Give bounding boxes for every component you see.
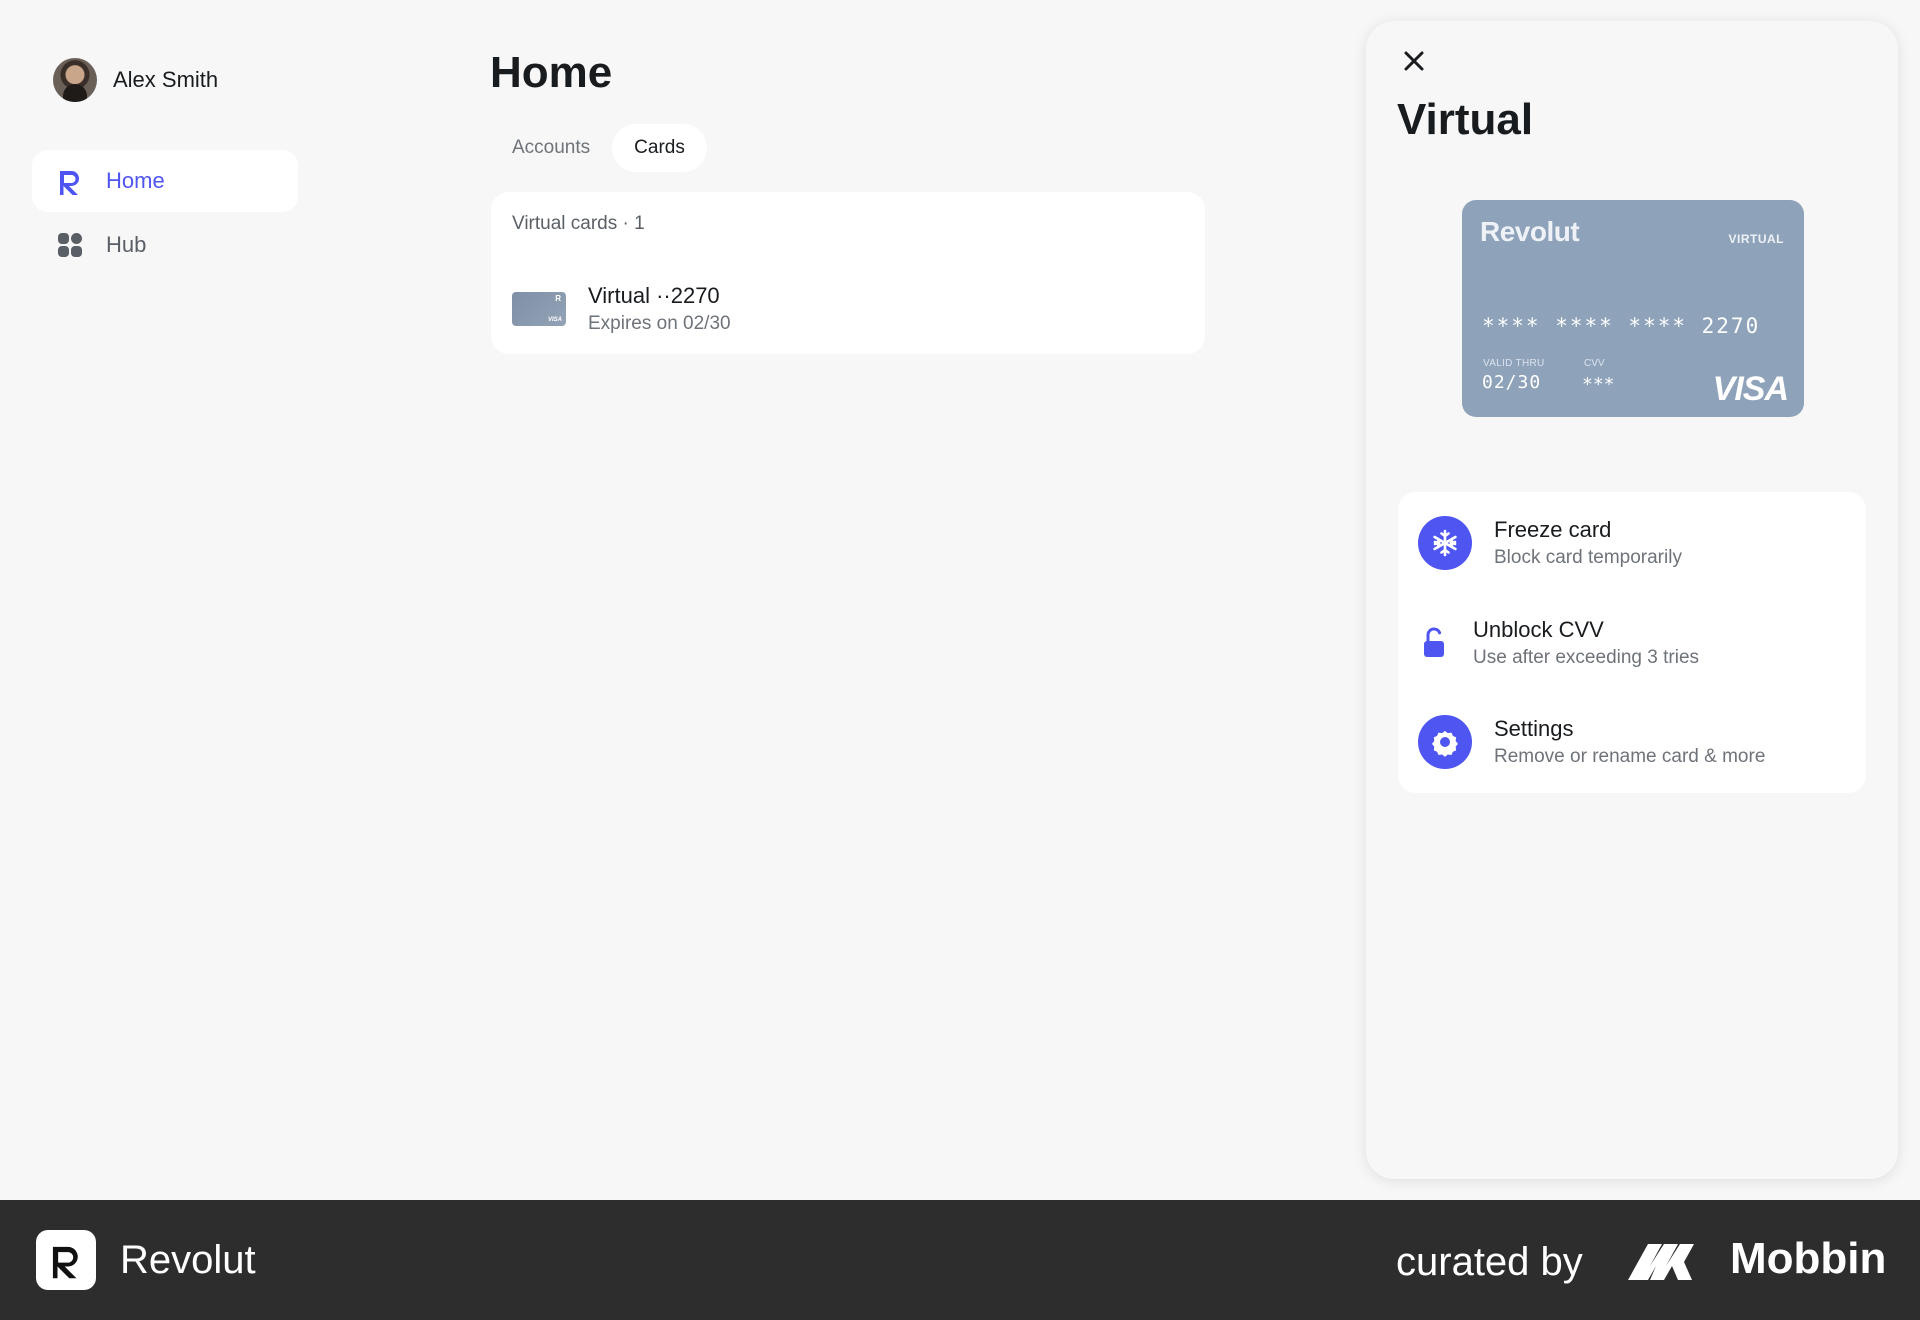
- action-subtitle: Use after exceeding 3 tries: [1473, 647, 1700, 668]
- card-actions-list: Freeze card Block card temporarily Unblo…: [1398, 492, 1866, 793]
- close-icon: [1404, 51, 1424, 71]
- revolut-r-icon: [56, 167, 84, 195]
- valid-thru-label: VALID THRU: [1483, 358, 1545, 369]
- action-text: Freeze card Block card temporarily: [1494, 517, 1682, 569]
- card-detail-drawer: Virtual Revolut VIRTUAL **** **** **** 2…: [1366, 21, 1898, 1179]
- close-button[interactable]: [1398, 45, 1430, 77]
- avatar[interactable]: [53, 58, 97, 102]
- action-title: Unblock CVV: [1473, 617, 1604, 642]
- card-thumb-brand: R: [555, 294, 561, 303]
- card-type-tag: VIRTUAL: [1728, 232, 1784, 246]
- gear-icon: [1418, 715, 1472, 769]
- action-title: Settings: [1494, 716, 1574, 741]
- revolut-logo-icon: [36, 1230, 96, 1290]
- card-thumbnail: R VISA: [512, 292, 566, 326]
- action-text: Unblock CVV Use after exceeding 3 tries: [1473, 617, 1699, 669]
- cvv-value: ***: [1582, 374, 1615, 395]
- grid-icon: [56, 231, 84, 259]
- card-info: Virtual ··2270 Expires on 02/30: [588, 283, 731, 335]
- card-list-item[interactable]: R VISA Virtual ··2270 Expires on 02/30: [491, 274, 1205, 344]
- tab-cards[interactable]: Cards: [612, 124, 707, 172]
- action-title: Freeze card: [1494, 517, 1612, 542]
- valid-thru-value: 02/30: [1482, 372, 1542, 393]
- tab-bar: Accounts Cards: [490, 124, 707, 172]
- card-thumb-network: VISA: [547, 317, 562, 323]
- user-profile[interactable]: Alex Smith: [53, 58, 218, 102]
- virtual-card-image[interactable]: Revolut VIRTUAL **** **** **** 2270 VALI…: [1462, 200, 1804, 417]
- card-expiry: Expires on 02/30: [588, 313, 731, 334]
- sidebar-item-label: Hub: [106, 232, 147, 257]
- card-brand: Revolut: [1480, 216, 1580, 247]
- page-title: Home: [490, 48, 613, 97]
- card-title: Virtual ··2270: [588, 283, 720, 308]
- unblock-cvv-action[interactable]: Unblock CVV Use after exceeding 3 tries: [1398, 603, 1866, 683]
- settings-action[interactable]: Settings Remove or rename card & more: [1398, 702, 1866, 782]
- snowflake-icon: [1418, 516, 1472, 570]
- visa-logo: VISA: [1712, 370, 1789, 408]
- action-text: Settings Remove or rename card & more: [1494, 716, 1765, 768]
- section-label: Virtual cards · 1: [512, 213, 645, 234]
- sidebar: Alex Smith Home Hub: [0, 0, 330, 1200]
- virtual-cards-panel: Virtual cards · 1 R VISA Virtual ··2270 …: [491, 192, 1205, 354]
- sidebar-item-label: Home: [106, 168, 165, 193]
- sidebar-item-home[interactable]: Home: [32, 150, 298, 212]
- unlock-icon: [1408, 616, 1462, 670]
- mobbin-wordmark: Mobbin: [1730, 1234, 1887, 1283]
- footer-brand: Revolut: [120, 1238, 256, 1282]
- sidebar-item-hub[interactable]: Hub: [32, 214, 298, 276]
- sidebar-nav: Home Hub: [32, 150, 298, 278]
- freeze-card-action[interactable]: Freeze card Block card temporarily: [1398, 503, 1866, 583]
- mobbin-logo-icon: [1626, 1238, 1716, 1289]
- tab-accounts[interactable]: Accounts: [490, 124, 612, 172]
- card-number: **** **** **** 2270: [1482, 314, 1761, 338]
- curated-by-text: curated by: [1396, 1240, 1583, 1284]
- action-subtitle: Remove or rename card & more: [1494, 746, 1766, 767]
- drawer-title: Virtual: [1397, 95, 1534, 144]
- user-name: Alex Smith: [113, 67, 219, 92]
- footer-bar: Revolut curated by Mobbin: [0, 1200, 1920, 1320]
- cvv-label: CVV: [1584, 358, 1605, 369]
- action-subtitle: Block card temporarily: [1494, 547, 1682, 568]
